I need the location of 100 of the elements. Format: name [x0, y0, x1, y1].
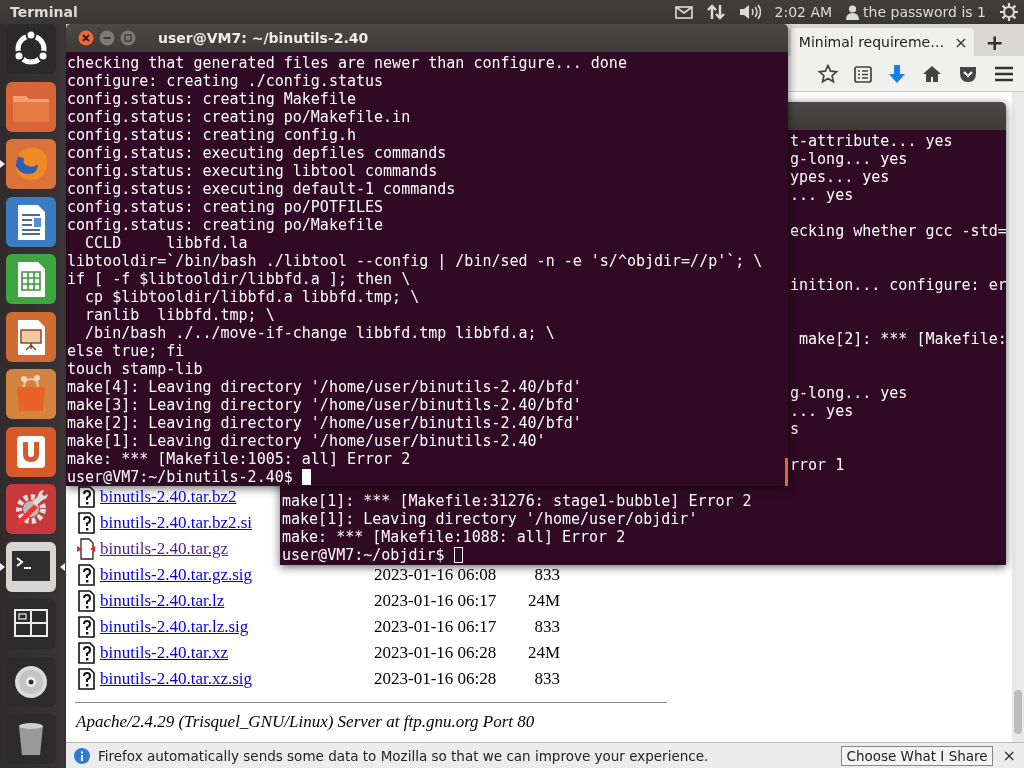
terminal-line: config.status: creating po/POTFILES [67, 198, 385, 216]
file-size: 24M [526, 643, 560, 663]
unknown-file-icon [76, 564, 96, 586]
tab-title: Minimal requireme… [798, 34, 945, 50]
file-link[interactable]: binutils-2.40.tar.xz [100, 643, 228, 663]
terminal-line: libtooldir=`/bin/bash ./libtool --config | /bin/sed -n -e 's/^objdir=//p'`; \ [67, 252, 764, 270]
unknown-file-icon [76, 590, 96, 612]
terminal-line: ypes... yes [790, 168, 891, 186]
terminal-line: config.status: creating Makefile [67, 90, 357, 108]
terminal-line: ranlib libbfd.tmp; \ [84, 306, 276, 324]
volume-icon[interactable] [738, 4, 761, 20]
file-size: 833 [533, 617, 560, 637]
terminal-line: g-long... yes [790, 384, 909, 402]
app-title: Terminal [10, 4, 78, 20]
new-tab-button[interactable]: + [979, 28, 1010, 56]
modified-date: 2023-01-16 06:17 [374, 617, 498, 637]
terminal-line: make[3]: Leaving directory '/home/user/binutils-2.40/bfd' [67, 396, 583, 414]
tab-close-button[interactable]: × [952, 32, 970, 52]
terminal-line: configure: creating ./config.status [67, 72, 385, 90]
settings-icon[interactable] [1000, 3, 1018, 21]
download-icon[interactable] [888, 63, 906, 84]
close-icon[interactable] [78, 30, 94, 46]
terminal-line: else true; fi [67, 342, 186, 360]
terminal-line: g-long... yes [790, 150, 909, 168]
modified-date: 2023-01-16 06:17 [374, 591, 498, 611]
file-link[interactable]: binutils-2.40.tar.gz.sig [100, 565, 253, 585]
scroll-marker [785, 458, 788, 486]
terminal-icon[interactable] [6, 541, 56, 592]
file-size: 24M [526, 591, 560, 611]
terminal-line: CCLD libbfd.la [84, 234, 249, 252]
terminal-line: make[1]: *** [Makefile:31276: stage1-bubble] Error 2 [282, 492, 753, 510]
modified-date: 2023-01-16 06:28 [374, 643, 498, 663]
modified-date: 2023-01-16 06:08 [374, 565, 498, 585]
spreadsheet-icon[interactable] [6, 254, 56, 304]
mail-icon[interactable] [674, 5, 693, 19]
terminal-line: config.status: executing libtool commands [67, 162, 439, 180]
file-size: 833 [533, 565, 560, 585]
star-icon[interactable] [818, 63, 838, 84]
file-link[interactable]: binutils-2.40.tar.xz.sig [100, 669, 253, 689]
close-button[interactable]: × [1000, 746, 1018, 765]
maximize-icon[interactable] [120, 30, 136, 46]
browser-tab[interactable]: Minimal requireme… × [790, 28, 974, 56]
presentation-icon[interactable] [6, 311, 56, 362]
terminal-line: if [ -f $libtooldir/libbfd.a ]; then \ [67, 270, 412, 288]
terminal-line: checking that generated files are newer than configure... done [67, 54, 628, 72]
info-icon [74, 747, 90, 764]
compressed-file-icon [76, 538, 96, 560]
unknown-file-icon [76, 616, 96, 638]
unknown-file-icon [76, 512, 96, 534]
home-icon[interactable] [922, 64, 942, 83]
circle-logo-icon[interactable] [6, 24, 56, 74]
terminal-line: config.status: creating po/Makefile.in [67, 108, 412, 126]
updown-arrows-icon[interactable] [706, 3, 725, 21]
menu-icon[interactable] [994, 65, 1014, 82]
terminal-line: t-attribute... yes [790, 132, 954, 150]
unknown-file-icon [76, 486, 96, 508]
terminal-line: make[2]: Leaving directory '/home/user/binutils-2.40/bfd' [67, 414, 583, 432]
terminal-line: config.status: creating config.h [67, 126, 357, 144]
unknown-file-icon [76, 642, 96, 664]
workspace-icon[interactable] [6, 599, 56, 649]
title-bar[interactable]: user@VM7: ~/binutils-2.40 [66, 24, 788, 52]
terminal-line: rror 1 [790, 456, 846, 474]
modified-date: 2023-01-16 06:28 [374, 669, 498, 689]
user-name[interactable]: the password is 1 [863, 4, 986, 20]
terminal-line: touch stamp-lib [67, 360, 204, 378]
choose-what-i-share-button[interactable]: Choose What I Share [841, 745, 993, 766]
server-signature: Apache/2.4.29 (Trisquel_GNU/Linux) Server at ftp.gnu.org Port 80 [76, 712, 536, 732]
user-icon[interactable] [846, 4, 860, 20]
folder-icon[interactable] [6, 81, 56, 132]
terminal-line: s [790, 420, 801, 438]
terminal-line: ... yes [790, 402, 855, 420]
terminal-line: config.status: creating po/Makefile [67, 216, 385, 234]
file-link[interactable]: binutils-2.40.tar.bz2.si [100, 513, 253, 533]
minimize-icon[interactable] [99, 30, 115, 46]
clock[interactable]: 2:02 AM [774, 4, 833, 20]
reading-list-icon[interactable] [854, 64, 872, 83]
terminal-line: make[4]: Leaving directory '/home/user/binutils-2.40/bfd' [67, 378, 583, 396]
terminal-line: ... yes [790, 186, 855, 204]
terminal-body[interactable] [66, 52, 788, 486]
document-icon[interactable] [6, 196, 56, 247]
terminal-line: make: *** [Makefile:1088: all] Error 2 [282, 528, 627, 546]
file-link[interactable]: binutils-2.40.tar.lz [100, 591, 225, 611]
shell-prompt: user@VM7:~/objdir$ [282, 546, 445, 564]
u-shape-icon[interactable] [6, 426, 56, 477]
unknown-file-icon [76, 668, 96, 690]
file-link[interactable]: binutils-2.40.tar.gz [100, 539, 228, 559]
terminal-line: cp $libtooldir/libbfd.a libbfd.tmp; \ [84, 288, 421, 306]
file-size: 833 [533, 669, 560, 689]
terminal-line: make[2]: *** [Makefile: [798, 330, 1006, 348]
window-title: user@VM7: ~/binutils-2.40 [158, 30, 369, 46]
terminal-line: make[1]: Leaving directory '/home/user/binutils-2.40' [67, 432, 547, 450]
trash-icon[interactable] [6, 714, 56, 764]
scrollbar[interactable] [1012, 92, 1024, 742]
wrench-icon[interactable] [6, 484, 56, 534]
shell-prompt: user@VM7:~/binutils-2.40$ [67, 468, 293, 486]
file-link[interactable]: binutils-2.40.tar.lz.sig [100, 617, 249, 637]
terminal-line: inition... configure: er [790, 276, 1006, 294]
shield-chevron-icon[interactable] [958, 64, 978, 83]
notification-message: Firefox automatically sends some data to Mozilla so that we can improve your experience. [98, 747, 709, 764]
file-link[interactable]: binutils-2.40.tar.bz2 [100, 487, 237, 507]
